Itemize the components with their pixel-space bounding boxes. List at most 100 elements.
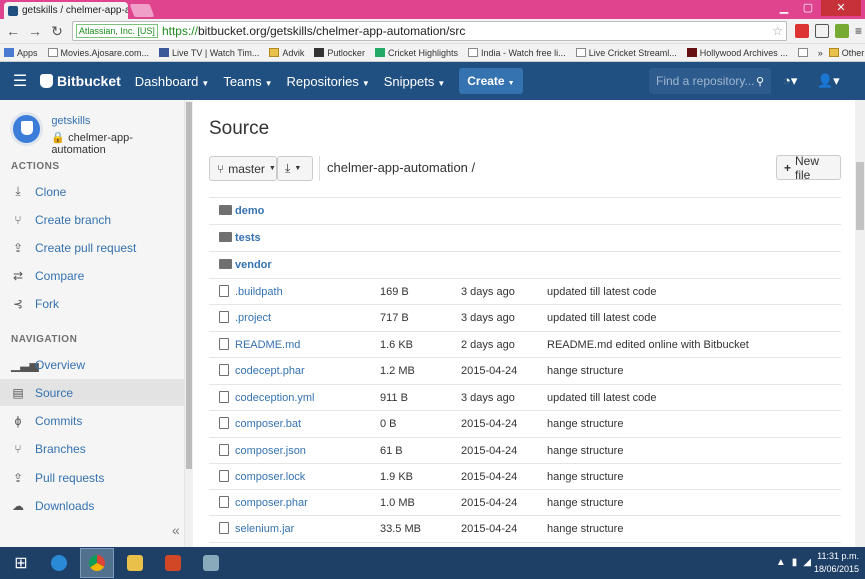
create-button[interactable]: Create ▼ bbox=[459, 68, 523, 94]
folder-link[interactable]: tests bbox=[235, 232, 380, 244]
table-row[interactable]: codeception.yml 911 B 3 days ago updated ti… bbox=[209, 385, 841, 411]
table-row[interactable]: composer.phar 1.0 MB 2015-04-24 hange struc… bbox=[209, 490, 841, 516]
page-scroll-thumb[interactable] bbox=[856, 162, 864, 230]
sidebar-scroll-thumb[interactable] bbox=[186, 102, 192, 469]
file-link[interactable]: composer.phar bbox=[235, 497, 380, 509]
sidebar-item-pull-requests[interactable]: ⇪ Pull requests bbox=[0, 464, 184, 491]
close-window-button[interactable]: ✕ bbox=[821, 0, 861, 16]
tray-arrow-icon[interactable]: ▲ bbox=[776, 557, 786, 568]
file-link[interactable]: composer.json bbox=[235, 445, 380, 457]
sidebar-item-downloads[interactable]: ☁ Downloads bbox=[0, 492, 184, 519]
file-link[interactable]: composer.lock bbox=[235, 471, 380, 483]
bookmark-item[interactable]: India - Watch free li... bbox=[467, 48, 566, 58]
downloads-icon: ☁ bbox=[12, 498, 24, 513]
file-link[interactable]: selenium.jar bbox=[235, 523, 380, 535]
sidebar-item-compare[interactable]: ⇄ Compare bbox=[0, 262, 184, 289]
cast-icon[interactable] bbox=[815, 24, 829, 38]
file-link[interactable]: codecept.phar bbox=[235, 365, 380, 377]
file-link[interactable]: README.md bbox=[235, 339, 380, 351]
download-dropdown[interactable]: ⤓ ▼ bbox=[277, 156, 313, 181]
table-row[interactable]: tests bbox=[209, 225, 841, 251]
bookmark-item[interactable]: Apps bbox=[4, 48, 38, 58]
file-size: 0 B bbox=[380, 418, 397, 430]
new-file-button[interactable]: + New file bbox=[776, 154, 841, 182]
table-row[interactable]: codecept.phar 1.2 MB 2015-04-24 hange struc… bbox=[209, 358, 841, 384]
network-icon[interactable]: ▮ bbox=[792, 557, 798, 568]
file-link[interactable]: codeception.yml bbox=[235, 392, 380, 404]
user-avatar-icon[interactable]: 👤▾ bbox=[817, 73, 840, 89]
sidebar-item-source[interactable]: ▤ Source bbox=[0, 379, 184, 406]
nav-repositories[interactable]: Repositories ▼ bbox=[287, 74, 370, 89]
page-scrollbar[interactable] bbox=[855, 100, 865, 547]
file-explorer-icon[interactable] bbox=[118, 548, 152, 578]
browser-tab[interactable]: getskills / chelmer-app-a × bbox=[4, 2, 128, 19]
secure-badge[interactable]: Atlassian, Inc. [US] bbox=[75, 24, 158, 38]
menu-icon[interactable]: ≡ bbox=[855, 24, 862, 38]
bitbucket-logo[interactable]: Bitbucket bbox=[40, 73, 121, 89]
table-row[interactable]: README.md 1.6 KB 2 days ago README.md edite… bbox=[209, 332, 841, 358]
table-row[interactable]: demo bbox=[209, 198, 841, 224]
folder-link[interactable]: demo bbox=[235, 205, 380, 217]
sidebar-item-branches[interactable]: ⑂ Branches bbox=[0, 435, 184, 462]
sidebar-item-create-pull-request[interactable]: ⇪ Create pull request bbox=[0, 234, 184, 261]
table-row[interactable]: vendor bbox=[209, 252, 841, 278]
nav-snippets[interactable]: Snippets ▼ bbox=[384, 74, 446, 89]
table-row[interactable]: composer.lock 1.9 KB 2015-04-24 hange struc… bbox=[209, 464, 841, 490]
other-bookmarks[interactable]: Other bookmarks bbox=[828, 48, 865, 58]
bookmark-item[interactable]: Hollywood Archives ... bbox=[686, 48, 788, 58]
nav-teams[interactable]: Teams ▼ bbox=[223, 74, 272, 89]
bookmark-item[interactable]: Live TV | Watch Tim... bbox=[159, 48, 259, 58]
powerpoint-icon[interactable] bbox=[156, 548, 190, 578]
folder-link[interactable]: vendor bbox=[235, 259, 380, 271]
extension-icon[interactable] bbox=[835, 24, 849, 38]
help-icon[interactable]: ◔▾ bbox=[783, 73, 797, 89]
bookmark-item[interactable] bbox=[797, 48, 808, 57]
bookmark-label: Advik bbox=[282, 47, 305, 58]
repository-search-input[interactable]: Find a repository... ⚲ bbox=[649, 68, 771, 94]
repo-owner-link[interactable]: getskills bbox=[51, 115, 184, 127]
windows-start-icon[interactable]: ⊞ bbox=[4, 548, 38, 578]
hamburger-menu-icon[interactable]: ☰ bbox=[0, 71, 40, 91]
internet-explorer-icon[interactable] bbox=[42, 548, 76, 578]
source-icon: ▤ bbox=[12, 385, 24, 400]
sidebar-scrollbar[interactable] bbox=[185, 100, 193, 547]
file-link[interactable]: composer.bat bbox=[235, 418, 380, 430]
sidebar-item-create-branch[interactable]: ⑂ Create branch bbox=[0, 206, 184, 233]
nav-dashboard[interactable]: Dashboard ▼ bbox=[135, 74, 210, 89]
paint-icon[interactable] bbox=[194, 548, 228, 578]
table-row[interactable]: .buildpath 169 B 3 days ago updated till la… bbox=[209, 279, 841, 305]
forward-arrow-icon[interactable]: → bbox=[28, 23, 42, 39]
bookmark-item[interactable]: Advik bbox=[269, 48, 304, 58]
url-bar[interactable]: Atlassian, Inc. [US] https://bitbucket.o… bbox=[71, 21, 787, 41]
branch-selector[interactable]: ⑂ master ▼ bbox=[209, 156, 277, 181]
volume-icon[interactable]: ◢ bbox=[803, 557, 811, 568]
bookmark-item[interactable]: Putlocker bbox=[314, 48, 365, 58]
back-arrow-icon[interactable]: ← bbox=[6, 23, 20, 39]
chrome-taskbar-icon[interactable] bbox=[80, 548, 114, 578]
table-row[interactable]: composer.json 61 B 2015-04-24 hange structu… bbox=[209, 438, 841, 464]
bookmark-star-icon[interactable]: ☆ bbox=[772, 24, 783, 38]
collapse-sidebar-button[interactable]: « bbox=[172, 522, 180, 538]
new-tab-button[interactable] bbox=[129, 4, 155, 17]
sidebar-item-fork[interactable]: ⊰ Fork bbox=[0, 290, 184, 317]
bookmark-item[interactable]: Movies.Ajosare.com... bbox=[47, 48, 149, 58]
file-link[interactable]: .project bbox=[235, 312, 380, 324]
bookmark-item[interactable]: Live Cricket Streaml... bbox=[575, 48, 677, 58]
reload-icon[interactable]: ↻ bbox=[50, 23, 64, 40]
maximize-button[interactable]: ▢ bbox=[797, 0, 819, 16]
adblock-icon[interactable] bbox=[795, 24, 809, 38]
apps-grid-icon bbox=[4, 48, 14, 57]
sidebar-item-overview[interactable]: ▁▃▅ Overview bbox=[0, 351, 184, 378]
file-link[interactable]: .buildpath bbox=[235, 286, 380, 298]
folder-icon bbox=[828, 48, 839, 57]
table-row[interactable]: .project 717 B 3 days ago updated till late… bbox=[209, 305, 841, 331]
bookmark-item[interactable]: Cricket Highlights bbox=[374, 48, 458, 58]
sidebar-item-commits[interactable]: ϕ Commits bbox=[0, 407, 184, 434]
table-row[interactable]: composer.bat 0 B 2015-04-24 hange structure bbox=[209, 411, 841, 437]
sidebar-item-clone[interactable]: ⤓ Clone bbox=[0, 178, 184, 205]
repo-avatar[interactable] bbox=[10, 112, 44, 146]
table-row[interactable]: selenium.jar 33.5 MB 2015-04-24 hange struc… bbox=[209, 516, 841, 542]
clock[interactable]: 11:31 p.m. 18/06/2015 bbox=[814, 550, 859, 576]
minimize-button[interactable]: ▁ bbox=[773, 0, 795, 16]
bookmarks-overflow-button[interactable]: » bbox=[818, 48, 823, 58]
